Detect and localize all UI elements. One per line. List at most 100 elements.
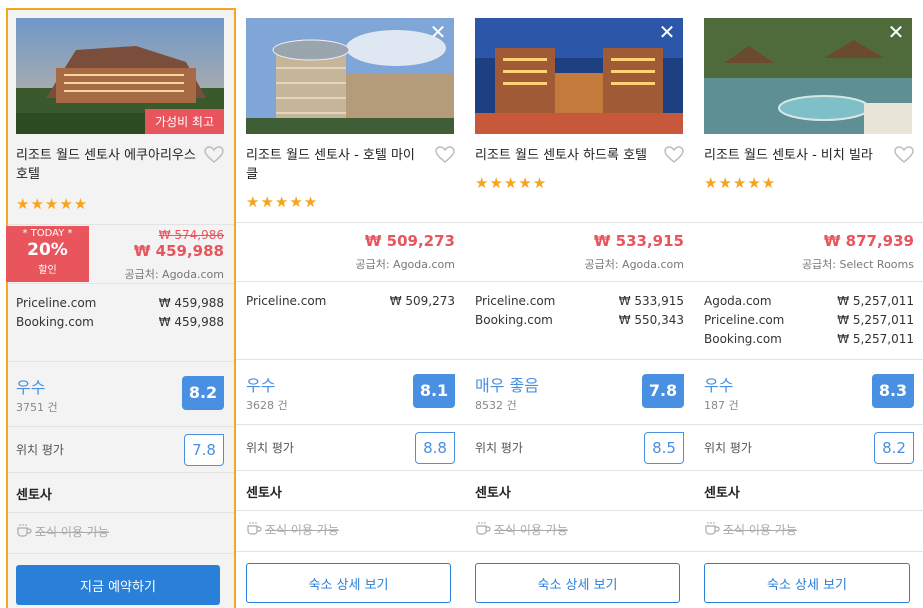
divider — [465, 470, 694, 471]
coffee-cup-icon — [475, 521, 491, 538]
discount-percent: 20% — [27, 240, 68, 260]
location-label: 위치 평가 — [246, 441, 294, 455]
divider — [8, 553, 234, 554]
review-score: 7.8 — [642, 374, 684, 408]
hotel-card-michael: ✕ 리조트 월드 센토사 - 호텔 마이클 ★★★★★ ₩ 509,273 공급… — [236, 8, 466, 608]
divider — [694, 551, 923, 552]
hotel-name[interactable]: 리조트 월드 센토사 - 호텔 마이클 — [246, 146, 426, 184]
offer-row[interactable]: Priceline.com ₩ 459,988 — [16, 294, 224, 313]
location-score: 8.2 — [874, 432, 914, 464]
offer-list: Priceline.com ₩ 509,273 — [246, 292, 455, 311]
offer-row[interactable]: Priceline.com ₩ 533,915 — [475, 292, 684, 311]
breakfast-text: 조식 이용 가능 — [494, 523, 568, 537]
area-name: 센토사 — [475, 486, 511, 501]
hotel-name[interactable]: 리조트 월드 센토사 - 비치 빌라 — [704, 146, 884, 165]
offer-row[interactable]: Priceline.com ₩ 509,273 — [246, 292, 455, 311]
hotel-photo[interactable]: 가성비 최고 — [16, 18, 224, 134]
heart-outline-icon[interactable] — [435, 146, 455, 164]
hotel-name[interactable]: 리조트 월드 센토사 하드록 호텔 — [475, 146, 655, 165]
divider — [465, 551, 694, 552]
offer-row[interactable]: Agoda.com ₩ 5,257,011 — [704, 292, 914, 311]
offer-price: ₩ 5,257,011 — [837, 313, 914, 327]
review-count[interactable]: 3628 건 — [246, 397, 288, 413]
location-score: 8.5 — [644, 432, 684, 464]
divider — [465, 510, 694, 511]
offer-price: ₩ 509,273 — [389, 294, 455, 308]
offer-row[interactable]: Priceline.com ₩ 5,257,011 — [704, 311, 914, 330]
divider — [694, 424, 923, 425]
rating-label: 우수 — [704, 376, 734, 395]
location-label: 위치 평가 — [704, 441, 752, 455]
review-rating: 매우 좋음 8532 건 — [475, 372, 539, 413]
divider — [694, 470, 923, 471]
offer-list: Agoda.com ₩ 5,257,011 Priceline.com ₩ 5,25… — [704, 292, 914, 349]
close-icon[interactable]: ✕ — [886, 22, 906, 42]
price-section: ₩ 877,939 공급처: Select Rooms — [694, 224, 923, 282]
location-score: 7.8 — [184, 434, 224, 466]
today-label: * TODAY * — [22, 228, 73, 239]
area-name: 센토사 — [704, 486, 740, 501]
offer-row[interactable]: Booking.com ₩ 459,988 — [16, 313, 224, 332]
hotel-photo[interactable]: ✕ — [704, 18, 912, 134]
offer-price: ₩ 533,915 — [618, 294, 684, 308]
original-price: ₩ 574,986 — [158, 228, 224, 242]
review-score: 8.1 — [413, 374, 455, 408]
view-details-button[interactable]: 숙소 상세 보기 — [475, 563, 680, 603]
view-details-button[interactable]: 숙소 상세 보기 — [704, 563, 910, 603]
offer-price: ₩ 550,343 — [618, 313, 684, 327]
offer-site: Booking.com — [704, 332, 782, 346]
hotel-name[interactable]: 리조트 월드 센토사 에쿠아리우스 호텔 — [16, 146, 196, 184]
hotel-card-beach-villa: ✕ 리조트 월드 센토사 - 비치 빌라 ★★★★★ ₩ 877,939 공급처… — [694, 8, 923, 608]
divider — [8, 426, 234, 427]
discount-suffix: 할인 — [38, 265, 57, 276]
breakfast-info: 조식 이용 가능 — [246, 521, 339, 538]
divider — [694, 359, 923, 360]
breakfast-text: 조식 이용 가능 — [35, 525, 109, 539]
hotel-card-aquarius: 가성비 최고 리조트 월드 센토사 에쿠아리우스 호텔 ★★★★★ * TODA… — [6, 8, 236, 608]
rating-label: 우수 — [16, 378, 46, 397]
offer-price: ₩ 5,257,011 — [837, 332, 914, 346]
offer-row[interactable]: Booking.com ₩ 5,257,011 — [704, 330, 914, 349]
review-score: 8.2 — [182, 376, 224, 410]
location-label: 위치 평가 — [16, 443, 64, 457]
review-count[interactable]: 8532 건 — [475, 397, 539, 413]
breakfast-text: 조식 이용 가능 — [265, 523, 339, 537]
hotel-photo[interactable]: ✕ — [475, 18, 683, 134]
divider — [8, 472, 234, 473]
book-now-button[interactable]: 지금 예약하기 — [16, 565, 220, 605]
offer-price: ₩ 459,988 — [158, 315, 224, 329]
offer-list: Priceline.com ₩ 533,915 Booking.com ₩ 550,… — [475, 292, 684, 330]
review-count[interactable]: 187 건 — [704, 397, 739, 413]
deal-price[interactable]: ₩ 877,939 — [824, 232, 914, 250]
heart-outline-icon[interactable] — [894, 146, 914, 164]
star-rating: ★★★★★ — [16, 195, 89, 213]
coffee-cup-icon — [704, 521, 720, 538]
divider — [236, 470, 465, 471]
review-score: 8.3 — [872, 374, 914, 408]
divider — [465, 359, 694, 360]
breakfast-info: 조식 이용 가능 — [475, 521, 568, 538]
close-icon[interactable]: ✕ — [657, 22, 677, 42]
divider — [236, 551, 465, 552]
star-rating: ★★★★★ — [704, 174, 777, 192]
heart-outline-icon[interactable] — [204, 146, 224, 164]
offer-price: ₩ 459,988 — [158, 296, 224, 310]
star-rating: ★★★★★ — [475, 174, 548, 192]
offer-site: Booking.com — [16, 315, 94, 329]
review-count[interactable]: 3751 건 — [16, 399, 58, 415]
close-icon[interactable]: ✕ — [428, 22, 448, 42]
divider — [8, 512, 234, 513]
deal-price[interactable]: ₩ 459,988 — [134, 242, 224, 260]
offer-row[interactable]: Booking.com ₩ 550,343 — [475, 311, 684, 330]
price-source: 공급처: Select Rooms — [801, 258, 914, 271]
area-name: 센토사 — [246, 486, 282, 501]
view-details-button[interactable]: 숙소 상세 보기 — [246, 563, 451, 603]
price-source: 공급처: Agoda.com — [355, 258, 455, 271]
deal-price[interactable]: ₩ 533,915 — [594, 232, 684, 250]
deal-price[interactable]: ₩ 509,273 — [365, 232, 455, 250]
heart-outline-icon[interactable] — [664, 146, 684, 164]
divider — [8, 283, 234, 284]
coffee-cup-icon — [246, 521, 262, 538]
hotel-photo[interactable]: ✕ — [246, 18, 454, 134]
divider — [236, 281, 465, 282]
